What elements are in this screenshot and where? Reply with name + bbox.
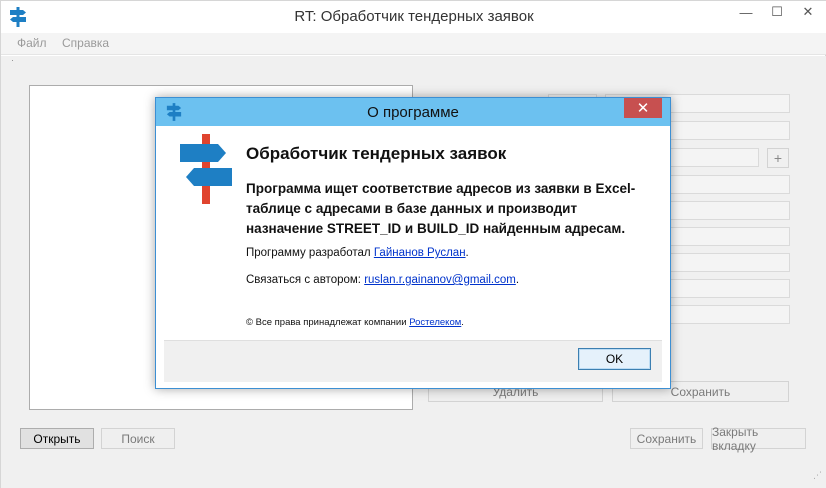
close-button[interactable]: ✕ (794, 1, 822, 23)
developer-prefix: Программу разработал (246, 247, 371, 259)
maximize-button[interactable]: ☐ (763, 1, 791, 23)
developer-line: Программу разработал Гайнанов Руслан. (246, 247, 469, 259)
dialog-close-button[interactable]: ✕ (624, 98, 662, 118)
copyright-line: © Все права принадлежат компании Ростеле… (246, 317, 464, 328)
signpost-logo-icon (180, 134, 232, 204)
company-link[interactable]: Ростелеком (409, 317, 461, 328)
contact-prefix: Связаться с автором: (246, 274, 361, 286)
open-button[interactable]: Открыть (20, 428, 94, 449)
save-button[interactable]: Сохранить (630, 428, 703, 449)
dialog-footer: OK (164, 340, 662, 382)
maximize-icon: ☐ (771, 4, 783, 19)
email-link[interactable]: ruslan.r.gainanov@gmail.com (364, 274, 516, 286)
copyright-suffix: . (461, 317, 464, 328)
plus-icon: + (773, 150, 783, 166)
contact-suffix: . (515, 274, 520, 286)
about-dialog: О программе ✕ Обработчик тендерных заяво… (155, 97, 671, 389)
close-icon: ✕ (636, 100, 650, 117)
window-title: RT: Обработчик тендерных заявок (294, 8, 534, 25)
dialog-title-bar: О программе ✕ (156, 98, 670, 126)
save-record-label: Сохранить (670, 384, 731, 399)
splitter-tick: · (11, 55, 14, 65)
search-button[interactable]: Поиск (101, 428, 175, 449)
dialog-heading: Обработчик тендерных заявок (246, 144, 507, 163)
contact-line: Связаться с автором: ruslan.r.gainanov@g… (246, 274, 519, 286)
add-button[interactable]: + (767, 148, 789, 168)
resize-grip-icon[interactable]: ⋰ (811, 471, 823, 485)
minimize-button[interactable]: — (732, 1, 760, 23)
search-label: Поиск (121, 431, 155, 446)
title-bar: RT: Обработчик тендерных заявок — ☐ ✕ (1, 1, 826, 33)
menu-item-file[interactable]: Файл (17, 36, 47, 50)
minimize-icon: — (739, 4, 753, 20)
menu-bar: Файл Справка (1, 33, 826, 55)
dialog-title: О программе (367, 104, 459, 121)
open-label: Открыть (33, 431, 81, 446)
developer-link[interactable]: Гайнанов Руслан (374, 247, 466, 259)
developer-suffix: . (465, 247, 469, 259)
dialog-description: Программа ищет соответствие адресов из з… (246, 181, 636, 236)
close-tab-button[interactable]: Закрыть вкладку (711, 425, 806, 453)
menu-item-help[interactable]: Справка (62, 36, 109, 50)
close-icon: ✕ (802, 4, 814, 19)
dialog-body: Обработчик тендерных заявок Программа ищ… (164, 126, 662, 340)
save-label: Сохранить (636, 431, 697, 446)
ok-button[interactable]: OK (578, 348, 651, 370)
close-tab-label: Закрыть вкладку (712, 424, 759, 453)
copyright-prefix: © Все права принадлежат компании (246, 317, 407, 328)
ok-label: OK (605, 352, 624, 366)
